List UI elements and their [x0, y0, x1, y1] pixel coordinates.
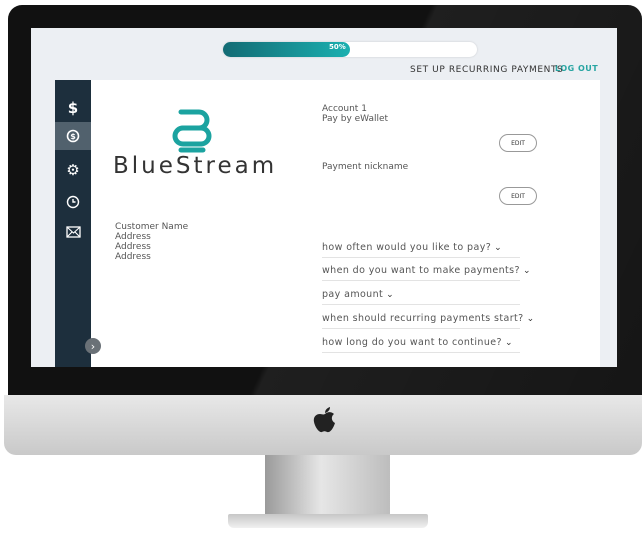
sidebar-collapse-button[interactable]: › — [85, 338, 101, 354]
chevron-down-icon: ⌄ — [386, 290, 395, 300]
customer-address: Address — [115, 252, 151, 262]
bluestream-logo-icon — [172, 109, 212, 153]
account-name: Account 1 — [322, 104, 367, 114]
start-date-dropdown-label: when should recurring payments start? — [322, 313, 524, 324]
sidebar-item-dollar[interactable]: $ — [55, 94, 91, 122]
start-date-dropdown[interactable]: when should recurring payments start? ⌄ — [322, 313, 534, 329]
customer-info: Customer Name Address Address Address — [115, 222, 188, 262]
apple-logo-icon — [312, 405, 338, 445]
account-info: Account 1 Pay by eWallet — [322, 104, 388, 124]
chevron-down-icon: ⌄ — [494, 243, 503, 253]
duration-dropdown-label: how long do you want to continue? — [322, 337, 502, 348]
frequency-dropdown[interactable]: how often would you like to pay? ⌄ — [322, 242, 520, 258]
monitor-stand — [265, 455, 390, 517]
clock-icon — [66, 195, 80, 209]
duration-dropdown[interactable]: how long do you want to continue? ⌄ — [322, 337, 520, 353]
sidebar-item-settings[interactable]: ⚙ — [55, 156, 91, 184]
payment-nickname-label: Payment nickname — [322, 162, 409, 172]
sidebar: $ $ ⚙ — [55, 80, 91, 367]
sidebar-item-history[interactable] — [55, 188, 91, 216]
payment-method: Pay by eWallet — [322, 114, 389, 124]
progress-label: 50% — [329, 43, 346, 51]
brand-name: BlueStream — [113, 153, 278, 179]
chevron-right-icon: › — [90, 339, 96, 353]
chevron-down-icon: ⌄ — [526, 314, 535, 324]
frequency-dropdown-label: how often would you like to pay? — [322, 242, 492, 253]
sidebar-item-messages[interactable] — [55, 218, 91, 246]
dollar-icon: $ — [67, 98, 79, 117]
sidebar-item-recurring[interactable]: $ — [55, 122, 91, 150]
payment-date-dropdown-label: when do you want to make payments? — [322, 265, 520, 276]
customer-name: Customer Name — [115, 222, 189, 232]
chevron-down-icon: ⌄ — [504, 338, 513, 348]
chevron-down-icon: ⌄ — [522, 266, 531, 276]
edit-nickname-button[interactable]: EDIT — [499, 187, 537, 205]
pay-amount-dropdown-label: pay amount — [322, 289, 384, 300]
edit-account-button[interactable]: EDIT — [499, 134, 537, 152]
customer-address: Address — [115, 232, 151, 242]
recurring-dollar-icon: $ — [66, 129, 80, 143]
monitor-foot — [228, 514, 428, 528]
pay-amount-dropdown[interactable]: pay amount ⌄ — [322, 289, 520, 305]
gear-icon: ⚙ — [66, 160, 80, 179]
payment-date-dropdown[interactable]: when do you want to make payments? ⌄ — [322, 265, 531, 281]
page-title: SET UP RECURRING PAYMENTS — [410, 65, 564, 75]
mail-icon — [65, 226, 81, 238]
progress-bar: 50% — [223, 42, 477, 57]
customer-address: Address — [115, 242, 151, 252]
svg-text:$: $ — [70, 132, 76, 141]
imac-mockup: 50% LOG OUT $ $ ⚙ › SET UP RECURRING PAY… — [0, 0, 643, 541]
